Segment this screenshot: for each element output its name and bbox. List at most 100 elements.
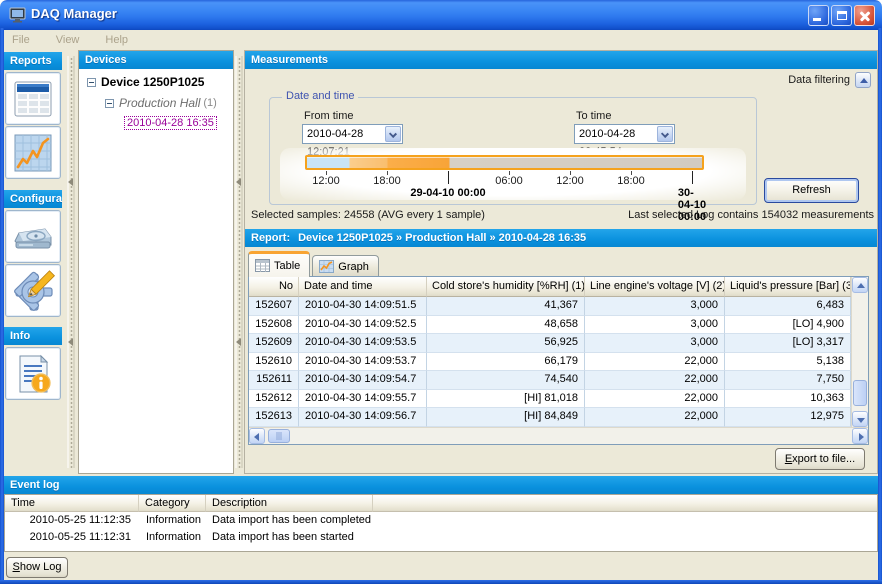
- menu-bar: File View Help: [4, 30, 878, 50]
- info-document-icon: [11, 352, 55, 396]
- device-config-button[interactable]: [5, 210, 61, 263]
- table-row[interactable]: 1526072010-04-30 14:09:51.541,3673,0006,…: [249, 297, 851, 316]
- minimize-button[interactable]: [808, 5, 829, 26]
- tick-label: 12:00: [312, 175, 340, 187]
- settings-button[interactable]: [5, 264, 61, 317]
- scroll-right-button[interactable]: [852, 428, 868, 444]
- column-header-no[interactable]: No: [249, 277, 299, 297]
- date-label: 29-04-10 00:00: [410, 187, 485, 199]
- column-header-category[interactable]: Category: [139, 495, 206, 512]
- event-log-row[interactable]: 2010-05-25 11:12:31 Information Data imp…: [5, 529, 877, 546]
- app-window: DAQ Manager File View Help Reports: [0, 0, 882, 584]
- collapse-filter-button[interactable]: [855, 72, 871, 88]
- arrow-right-icon: [859, 433, 864, 441]
- menu-help[interactable]: Help: [105, 34, 128, 46]
- table-row[interactable]: 1526092010-04-30 14:09:53.556,9253,000[L…: [249, 334, 851, 353]
- measurements-header: Measurements: [245, 51, 877, 69]
- table-row[interactable]: 1526102010-04-30 14:09:53.766,17922,0005…: [249, 353, 851, 372]
- scroll-up-button[interactable]: [852, 277, 868, 293]
- to-time-label: To time: [576, 110, 611, 122]
- datetime-group-label: Date and time: [282, 90, 358, 102]
- collapse-expander-icon[interactable]: [105, 99, 114, 108]
- tick-label: 12:00: [556, 175, 584, 187]
- tree-node-device[interactable]: Device 1250P1025: [81, 75, 231, 89]
- refresh-button[interactable]: Refresh: [764, 178, 859, 203]
- splitter-collapse-icon: [236, 178, 241, 186]
- devices-splitter[interactable]: [234, 50, 244, 474]
- combo-dropdown-button[interactable]: [385, 126, 401, 142]
- window-title: DAQ Manager: [31, 6, 117, 21]
- column-header-humidity[interactable]: Cold store's humidity [%RH] (1): [427, 277, 585, 297]
- arrow-up-icon: [857, 283, 865, 288]
- chevron-down-icon: [661, 130, 669, 138]
- measurements-panel: Measurements Data filtering Date and tim…: [244, 50, 878, 474]
- tick-label: 18:00: [617, 175, 645, 187]
- maximize-button[interactable]: [831, 5, 852, 26]
- arrow-down-icon: [857, 418, 865, 423]
- from-time-select[interactable]: 2010-04-28 12:07:21: [302, 124, 403, 144]
- graph-report-icon: [11, 131, 55, 175]
- tab-graph[interactable]: Graph: [312, 255, 379, 277]
- info-button[interactable]: [5, 347, 61, 400]
- horizontal-scrollbar[interactable]: [249, 427, 868, 444]
- column-header-pressure[interactable]: Liquid's pressure [Bar] (3): [725, 277, 851, 297]
- selected-samples-text: Selected samples: 24558 (AVG every 1 sam…: [251, 209, 485, 221]
- report-graph-button[interactable]: [5, 126, 61, 179]
- scroll-thumb[interactable]: [268, 429, 290, 443]
- column-header-voltage[interactable]: Line engine's voltage [V] (2): [585, 277, 725, 297]
- table-header-row: No Date and time Cold store's humidity […: [249, 277, 851, 297]
- show-log-button[interactable]: Show Log: [6, 557, 68, 578]
- title-bar[interactable]: DAQ Manager: [0, 0, 882, 30]
- event-log-header: Event log: [4, 476, 878, 494]
- tab-table[interactable]: Table: [248, 251, 310, 277]
- tick-label: 06:00: [495, 175, 523, 187]
- close-button[interactable]: [854, 5, 875, 26]
- export-to-file-button[interactable]: Export to file...: [775, 448, 865, 470]
- menu-file[interactable]: File: [12, 34, 30, 46]
- window-border-right: [878, 28, 882, 584]
- measurement-table: No Date and time Cold store's humidity […: [248, 276, 869, 445]
- collapse-expander-icon[interactable]: [87, 78, 96, 87]
- window-border-left: [0, 28, 4, 584]
- table-row[interactable]: 1526122010-04-30 14:09:55.7[HI] 81,01822…: [249, 390, 851, 409]
- column-header-description[interactable]: Description: [206, 495, 373, 512]
- tree-node-group[interactable]: Production Hall (1): [81, 96, 231, 110]
- scroll-thumb[interactable]: [853, 380, 867, 406]
- vertical-scrollbar[interactable]: [851, 277, 868, 427]
- column-header-filler: [373, 495, 877, 512]
- chevron-up-icon: [860, 78, 868, 83]
- combo-dropdown-button[interactable]: [657, 126, 673, 142]
- tick-label: 18:00: [373, 175, 401, 187]
- tree-node-log[interactable]: 2010-04-28 16:35: [81, 117, 231, 129]
- scroll-down-button[interactable]: [852, 411, 868, 427]
- window-border-bottom: [0, 580, 882, 584]
- column-header-datetime[interactable]: Date and time: [299, 277, 427, 297]
- devices-panel: Devices Device 1250P1025 Production Hall…: [78, 50, 234, 474]
- graph-tab-icon: [319, 260, 334, 273]
- table-report-icon: [11, 77, 55, 121]
- log-measurements-text: Last selected Log contains 154032 measur…: [628, 209, 874, 221]
- sidebar-header-info: Info: [4, 327, 62, 345]
- report-path: Device 1250P1025 » Production Hall » 201…: [298, 232, 586, 244]
- data-filtering-label: Data filtering: [788, 74, 850, 86]
- bottom-bar: Show Log: [4, 552, 878, 580]
- column-header-time[interactable]: Time: [5, 495, 139, 512]
- hard-disk-icon: [11, 215, 55, 259]
- report-header: Report: Device 1250P1025 » Production Hal…: [245, 229, 877, 247]
- scroll-left-button[interactable]: [249, 428, 265, 444]
- table-row[interactable]: 1526082010-04-30 14:09:52.548,6583,000[L…: [249, 316, 851, 335]
- table-row[interactable]: 1526132010-04-30 14:09:56.7[HI] 84,84922…: [249, 408, 851, 427]
- table-row[interactable]: 1526112010-04-30 14:09:54.774,54022,0007…: [249, 371, 851, 390]
- time-range-slider[interactable]: [305, 155, 704, 170]
- app-icon: [9, 7, 26, 23]
- event-log-list: Time Category Description 2010-05-25 11:…: [4, 494, 878, 552]
- sidebar-splitter[interactable]: [64, 50, 78, 474]
- menu-view[interactable]: View: [56, 34, 80, 46]
- table-tab-icon: [255, 259, 270, 272]
- report-label: Report:: [251, 232, 290, 244]
- event-log-row[interactable]: 2010-05-25 11:12:35 Information Data imp…: [5, 512, 877, 529]
- to-time-select[interactable]: 2010-04-28 23:45:54: [574, 124, 675, 144]
- report-table-button[interactable]: [5, 72, 61, 125]
- sidebar-toolbar: Reports: [4, 50, 64, 474]
- group-count: (1): [203, 97, 216, 109]
